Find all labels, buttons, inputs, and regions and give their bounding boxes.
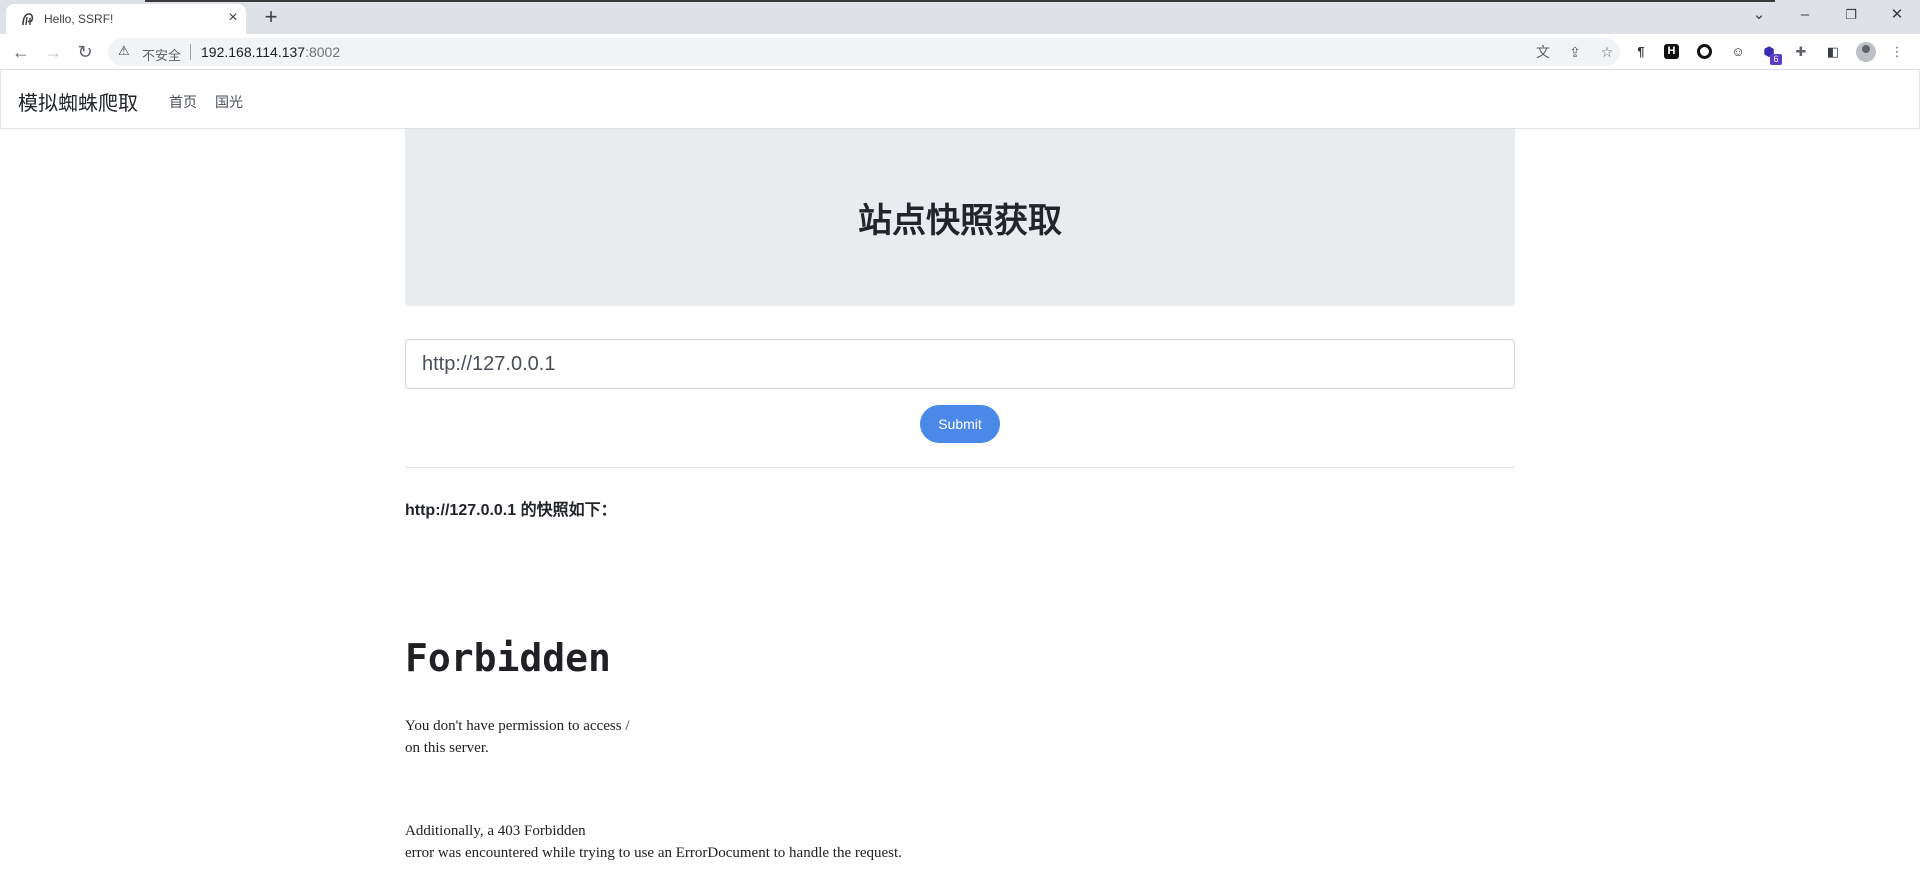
forward-arrow-icon[interactable]: →: [42, 41, 64, 63]
warning-icon: ⚠: [118, 43, 130, 58]
tab-strip: [0, 0, 1920, 34]
close-window-button[interactable]: ✕: [1883, 3, 1911, 27]
forbidden-message-line-4: error was encountered while trying to us…: [405, 845, 902, 861]
url-input[interactable]: [405, 339, 1515, 389]
minimize-button[interactable]: –: [1791, 3, 1819, 27]
tab-search-chevron-icon[interactable]: ⌄: [1745, 3, 1773, 27]
forbidden-message-line-3: Additionally, a 403 Forbidden: [405, 823, 586, 839]
forbidden-message-line-2: on this server.: [405, 740, 489, 756]
extension-badge: 6: [1770, 54, 1782, 65]
address-separator: [190, 44, 191, 60]
browser-tab[interactable]: Hello, SSRF! ×: [6, 4, 246, 34]
jumbotron: 站点快照获取: [405, 129, 1515, 306]
menu-dots-icon[interactable]: ⋮: [1888, 43, 1906, 61]
paragraph-extension-icon[interactable]: ¶: [1632, 43, 1650, 61]
window-top-border: [0, 0, 1920, 2]
forbidden-message-line-1: You don't have permission to access /: [405, 718, 630, 734]
submit-button[interactable]: Submit: [920, 405, 1000, 443]
new-tab-button[interactable]: +: [260, 6, 282, 28]
favicon-icon: [22, 13, 34, 26]
translate-icon[interactable]: 文: [1534, 43, 1552, 61]
url-host: 192.168.114.137: [201, 44, 306, 60]
page-content: 模拟蜘蛛爬取 首页 国光 站点快照获取 Submit http://127.0.…: [0, 71, 1920, 896]
side-panel-icon[interactable]: ◧: [1824, 43, 1842, 61]
address-bar[interactable]: ⚠ 不安全 192.168.114.137:8002 文 ⇪ ☆: [108, 38, 1620, 66]
site-brand[interactable]: 模拟蜘蛛爬取: [18, 87, 138, 116]
nav-link-guoguang[interactable]: 国光: [215, 92, 243, 112]
forbidden-heading: Forbidden: [405, 636, 611, 680]
restore-button[interactable]: ❐: [1837, 3, 1865, 27]
face-extension-icon[interactable]: ☺: [1729, 43, 1747, 61]
tab-close-icon[interactable]: ×: [224, 9, 242, 27]
browser-toolbar: ← → ↻ ⚠ 不安全 192.168.114.137:8002 文 ⇪ ☆ ¶…: [0, 34, 1920, 70]
page-title: 站点快照获取: [858, 202, 1062, 240]
h-extension-icon[interactable]: H: [1664, 44, 1679, 59]
bookmark-star-icon[interactable]: ☆: [1598, 43, 1616, 61]
back-arrow-icon[interactable]: ←: [10, 41, 32, 63]
site-navbar: 模拟蜘蛛爬取 首页 国光: [0, 71, 1920, 129]
not-secure-label[interactable]: 不安全: [142, 45, 181, 64]
reload-icon[interactable]: ↻: [74, 41, 96, 63]
divider: [405, 467, 1515, 468]
nav-link-home[interactable]: 首页: [169, 92, 197, 112]
snapshot-label: http://127.0.0.1 的快照如下：: [405, 502, 617, 519]
share-icon[interactable]: ⇪: [1566, 43, 1584, 61]
url-port: :8002: [305, 44, 341, 60]
extensions-puzzle-icon[interactable]: ✚: [1792, 43, 1810, 61]
profile-avatar[interactable]: [1856, 42, 1876, 62]
url-text[interactable]: 192.168.114.137:8002: [201, 44, 340, 60]
tab-title: Hello, SSRF!: [44, 12, 114, 26]
circle-extension-icon[interactable]: [1697, 44, 1712, 59]
